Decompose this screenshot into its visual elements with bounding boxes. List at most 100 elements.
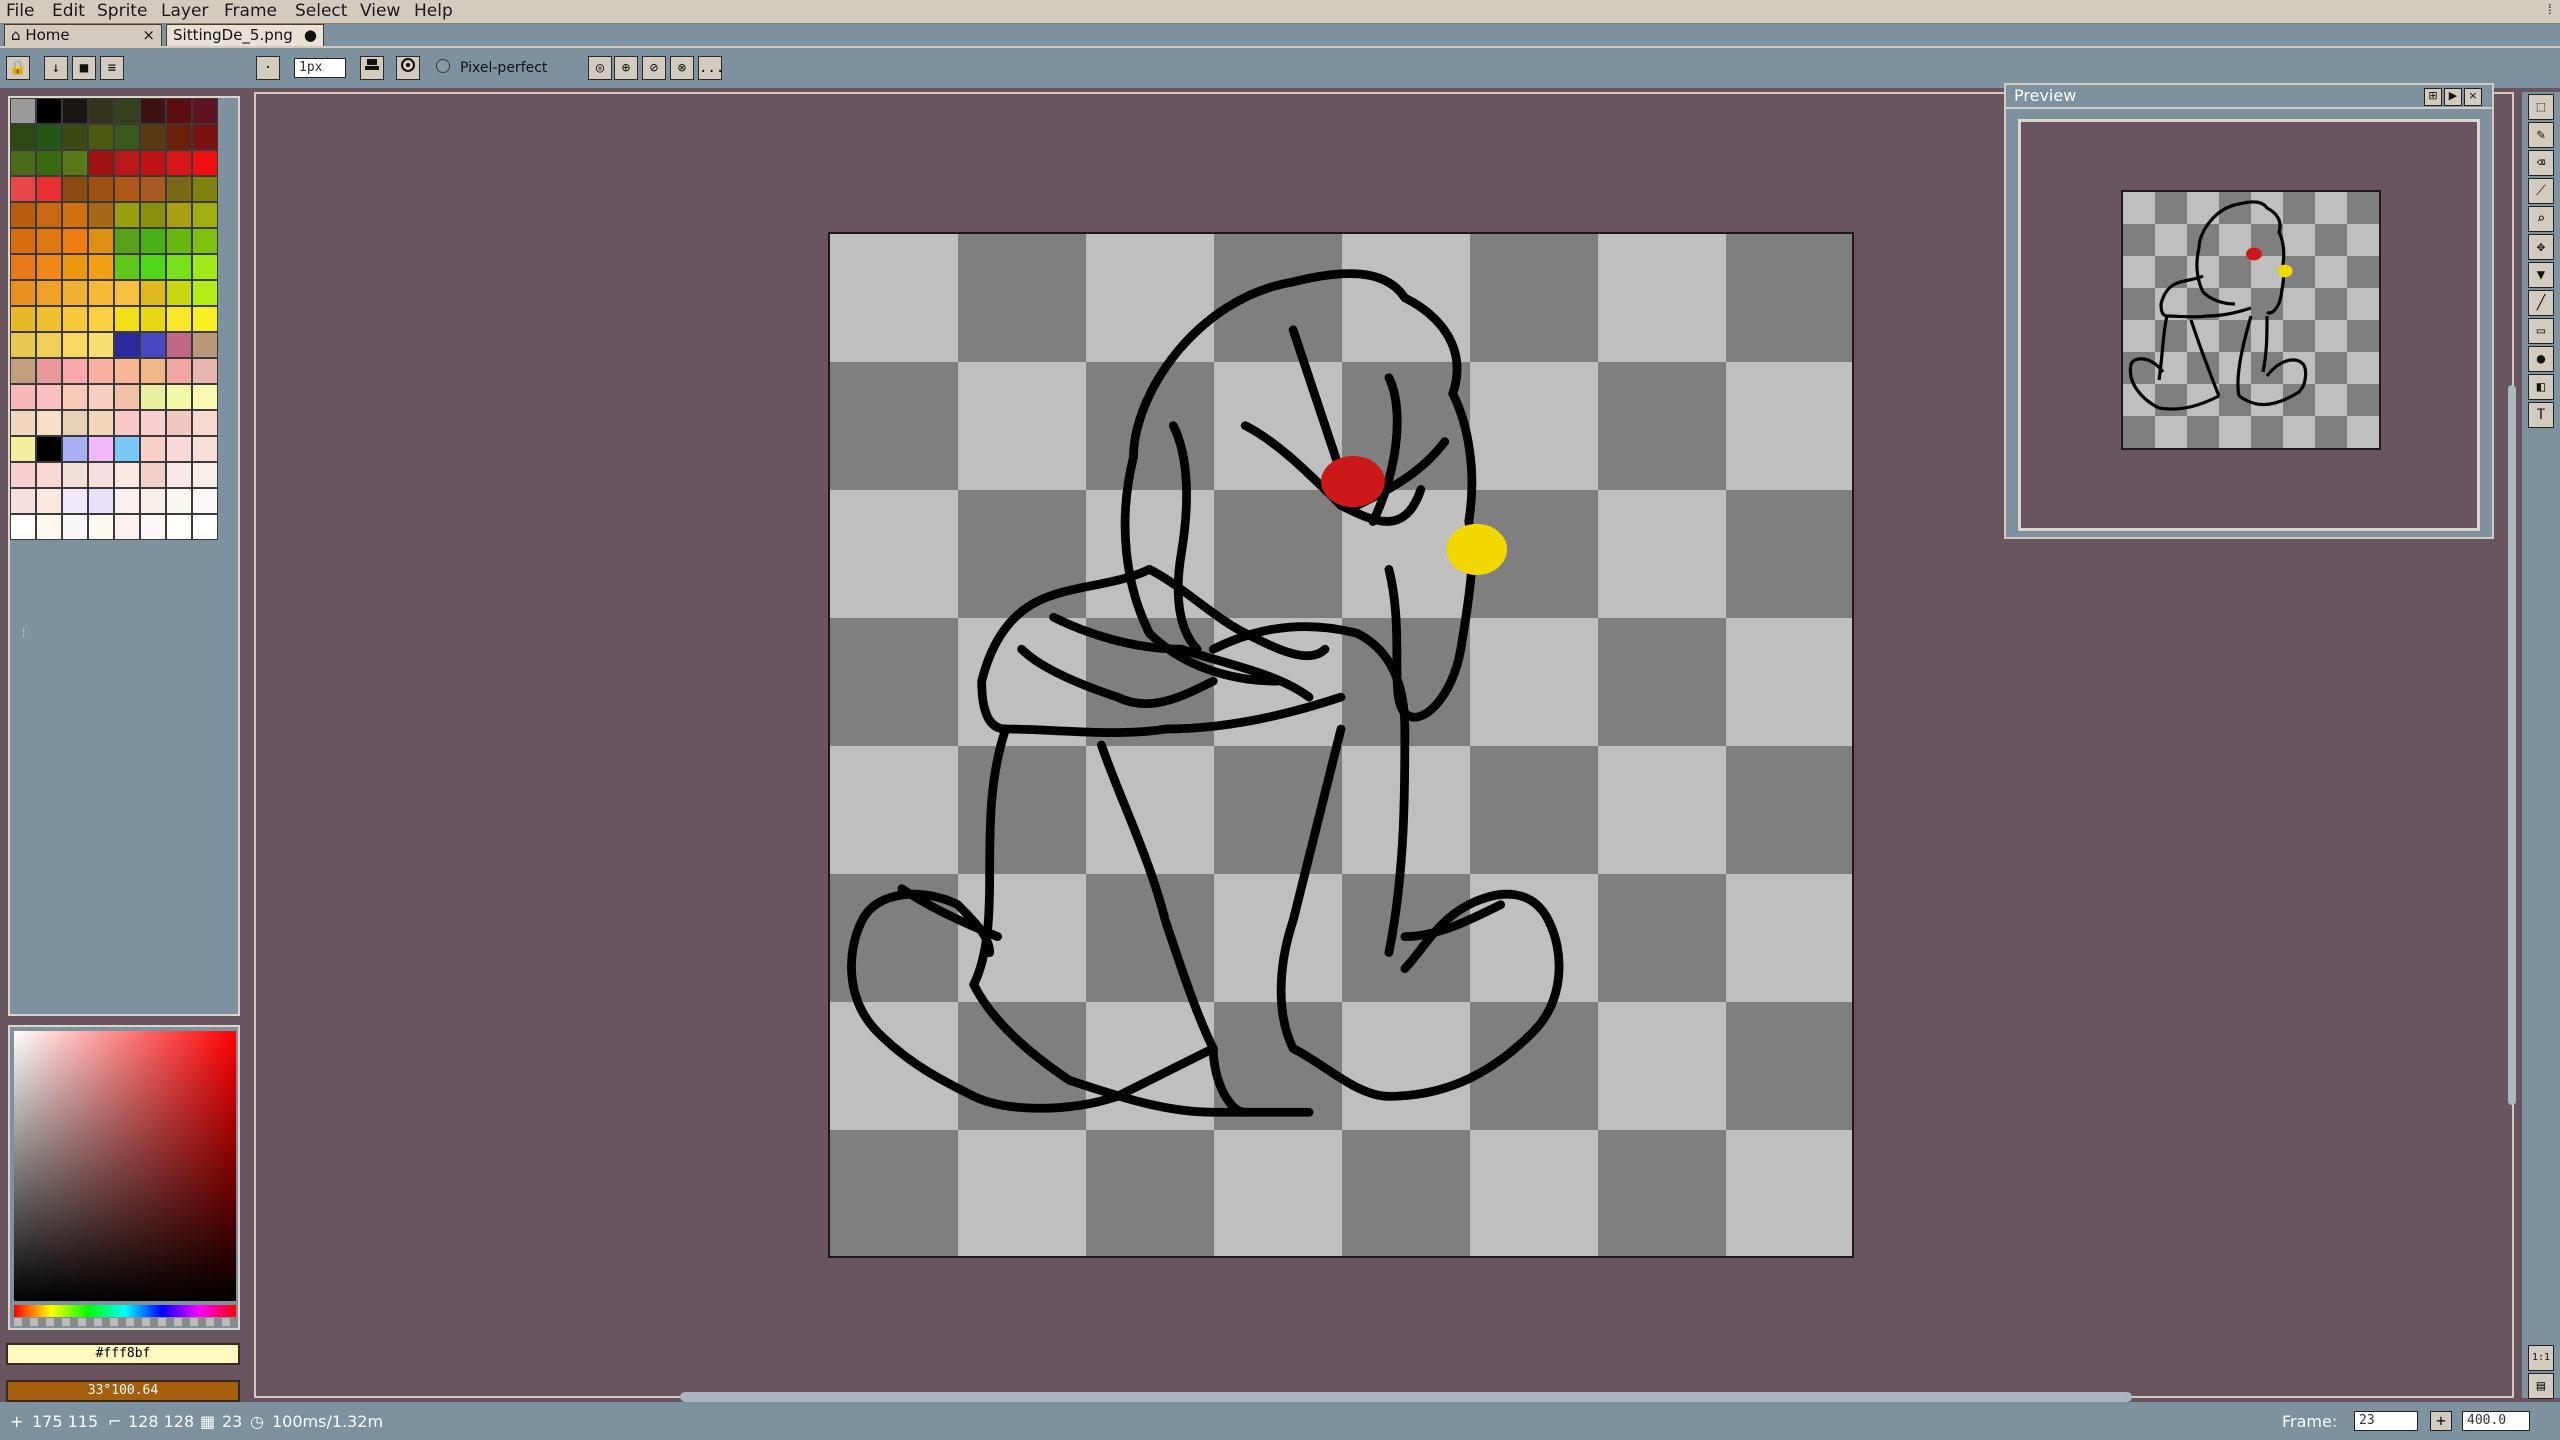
palette-swatch[interactable]	[166, 202, 192, 228]
palette-swatch[interactable]	[62, 514, 88, 540]
palette-swatch[interactable]	[192, 124, 218, 150]
palette-swatch[interactable]	[10, 280, 36, 306]
palette-swatch[interactable]	[140, 436, 166, 462]
paint-bucket-icon[interactable]: ▼	[2528, 262, 2554, 288]
palette-swatch[interactable]	[166, 410, 192, 436]
palette-swatch[interactable]	[140, 306, 166, 332]
palette-swatch[interactable]	[10, 332, 36, 358]
palette-swatch[interactable]	[114, 254, 140, 280]
palette-swatch[interactable]	[166, 462, 192, 488]
palette-swatch[interactable]	[114, 332, 140, 358]
preview-mode-icon[interactable]: ⊞	[2424, 88, 2442, 106]
new-frame-button[interactable]: +	[2430, 1411, 2452, 1431]
palette-swatch[interactable]	[36, 124, 62, 150]
tab-sprite-file[interactable]: SittingDe_5.png ●	[166, 24, 324, 46]
palette-swatch[interactable]	[166, 176, 192, 202]
palette-swatch[interactable]	[10, 384, 36, 410]
eyedropper-icon[interactable]: ⟋	[2528, 178, 2554, 204]
palette-swatch[interactable]	[166, 98, 192, 124]
foreground-color-button[interactable]: #fff8bf	[6, 1343, 240, 1365]
palette-swatch[interactable]	[62, 488, 88, 514]
palette-swatch[interactable]	[114, 124, 140, 150]
palette-swatch[interactable]	[166, 280, 192, 306]
square-icon[interactable]: ■	[72, 56, 96, 80]
menu-view[interactable]: View	[360, 1, 400, 21]
palette-swatch[interactable]	[10, 436, 36, 462]
play-icon[interactable]: ▶	[2444, 88, 2462, 106]
down-arrow-icon[interactable]: ↓	[44, 56, 68, 80]
palette-swatch[interactable]	[62, 384, 88, 410]
palette-swatch[interactable]	[88, 98, 114, 124]
palette-swatch[interactable]	[36, 306, 62, 332]
palette-swatch[interactable]	[36, 150, 62, 176]
palette-swatch[interactable]	[140, 124, 166, 150]
palette-swatch[interactable]	[140, 254, 166, 280]
palette-swatch[interactable]	[36, 332, 62, 358]
palette-swatch[interactable]	[88, 410, 114, 436]
palette-swatch[interactable]	[192, 280, 218, 306]
menu-frame[interactable]: Frame	[224, 1, 277, 21]
palette-swatch[interactable]	[140, 358, 166, 384]
palette-swatch[interactable]	[62, 228, 88, 254]
palette-swatch[interactable]	[140, 514, 166, 540]
palette-swatch[interactable]	[36, 410, 62, 436]
text-icon[interactable]: T	[2528, 402, 2554, 428]
palette-swatch[interactable]	[36, 488, 62, 514]
palette-swatch[interactable]	[88, 488, 114, 514]
palette-swatch[interactable]	[10, 462, 36, 488]
pencil-icon[interactable]: ✎	[2528, 122, 2554, 148]
alpha-slider[interactable]	[14, 1318, 236, 1326]
brush-type-dot-icon[interactable]: ·	[256, 56, 280, 80]
palette-swatch[interactable]	[140, 228, 166, 254]
palette-swatch[interactable]	[140, 384, 166, 410]
menu-edit[interactable]: Edit	[52, 1, 85, 21]
palette-swatch[interactable]	[88, 176, 114, 202]
eraser-icon[interactable]: ⌫	[2528, 150, 2554, 176]
palette-swatch[interactable]	[10, 150, 36, 176]
palette-swatch[interactable]	[88, 384, 114, 410]
palette-swatch[interactable]	[10, 514, 36, 540]
palette-swatch[interactable]	[88, 202, 114, 228]
palette-swatch[interactable]	[114, 306, 140, 332]
marquee-select-icon[interactable]: ⬚	[2528, 94, 2554, 120]
palette-swatch[interactable]	[166, 436, 192, 462]
palette-swatch[interactable]	[114, 514, 140, 540]
palette-swatch[interactable]	[114, 436, 140, 462]
palette-swatch[interactable]	[140, 332, 166, 358]
palette-swatch[interactable]	[36, 436, 62, 462]
palette-swatch[interactable]	[62, 150, 88, 176]
preview-title-bar[interactable]: Preview ⊞ ▶ ×	[2006, 85, 2492, 109]
palette-swatch[interactable]	[88, 358, 114, 384]
palette-swatch[interactable]	[10, 254, 36, 280]
palette-swatch[interactable]	[88, 436, 114, 462]
frame-input[interactable]: 23	[2354, 1411, 2418, 1431]
contour-icon[interactable]: ●	[2528, 346, 2554, 372]
palette-swatch[interactable]	[192, 98, 218, 124]
palette-swatch[interactable]	[166, 488, 192, 514]
palette-swatch[interactable]	[88, 124, 114, 150]
palette-swatch[interactable]	[192, 202, 218, 228]
palette-swatch[interactable]	[10, 176, 36, 202]
palette-swatch[interactable]	[166, 358, 192, 384]
pixel-perfect-checkbox[interactable]	[436, 59, 450, 73]
palette-swatch[interactable]	[36, 228, 62, 254]
palette-swatch[interactable]	[166, 514, 192, 540]
palette-swatch[interactable]	[114, 488, 140, 514]
ink-stamp-icon[interactable]	[360, 56, 384, 80]
palette-swatch[interactable]	[166, 228, 192, 254]
blur-icon[interactable]: ◧	[2528, 374, 2554, 400]
menu-file[interactable]: File	[6, 1, 34, 21]
palette-swatch[interactable]	[10, 410, 36, 436]
palette-swatch[interactable]	[62, 462, 88, 488]
window-handle-icon[interactable]: ⁞	[2546, 2, 2554, 19]
lock-icon[interactable]: 🔒	[6, 56, 30, 80]
palette-swatch[interactable]	[88, 254, 114, 280]
palette-swatch[interactable]	[10, 124, 36, 150]
palette-swatch[interactable]	[88, 228, 114, 254]
palette-swatch[interactable]	[10, 98, 36, 124]
rectangle-icon[interactable]: ▭	[2528, 318, 2554, 344]
palette-swatch[interactable]	[114, 202, 140, 228]
palette-swatch[interactable]	[166, 150, 192, 176]
palette-swatch[interactable]	[62, 436, 88, 462]
modified-indicator-icon[interactable]: ●	[304, 25, 317, 45]
